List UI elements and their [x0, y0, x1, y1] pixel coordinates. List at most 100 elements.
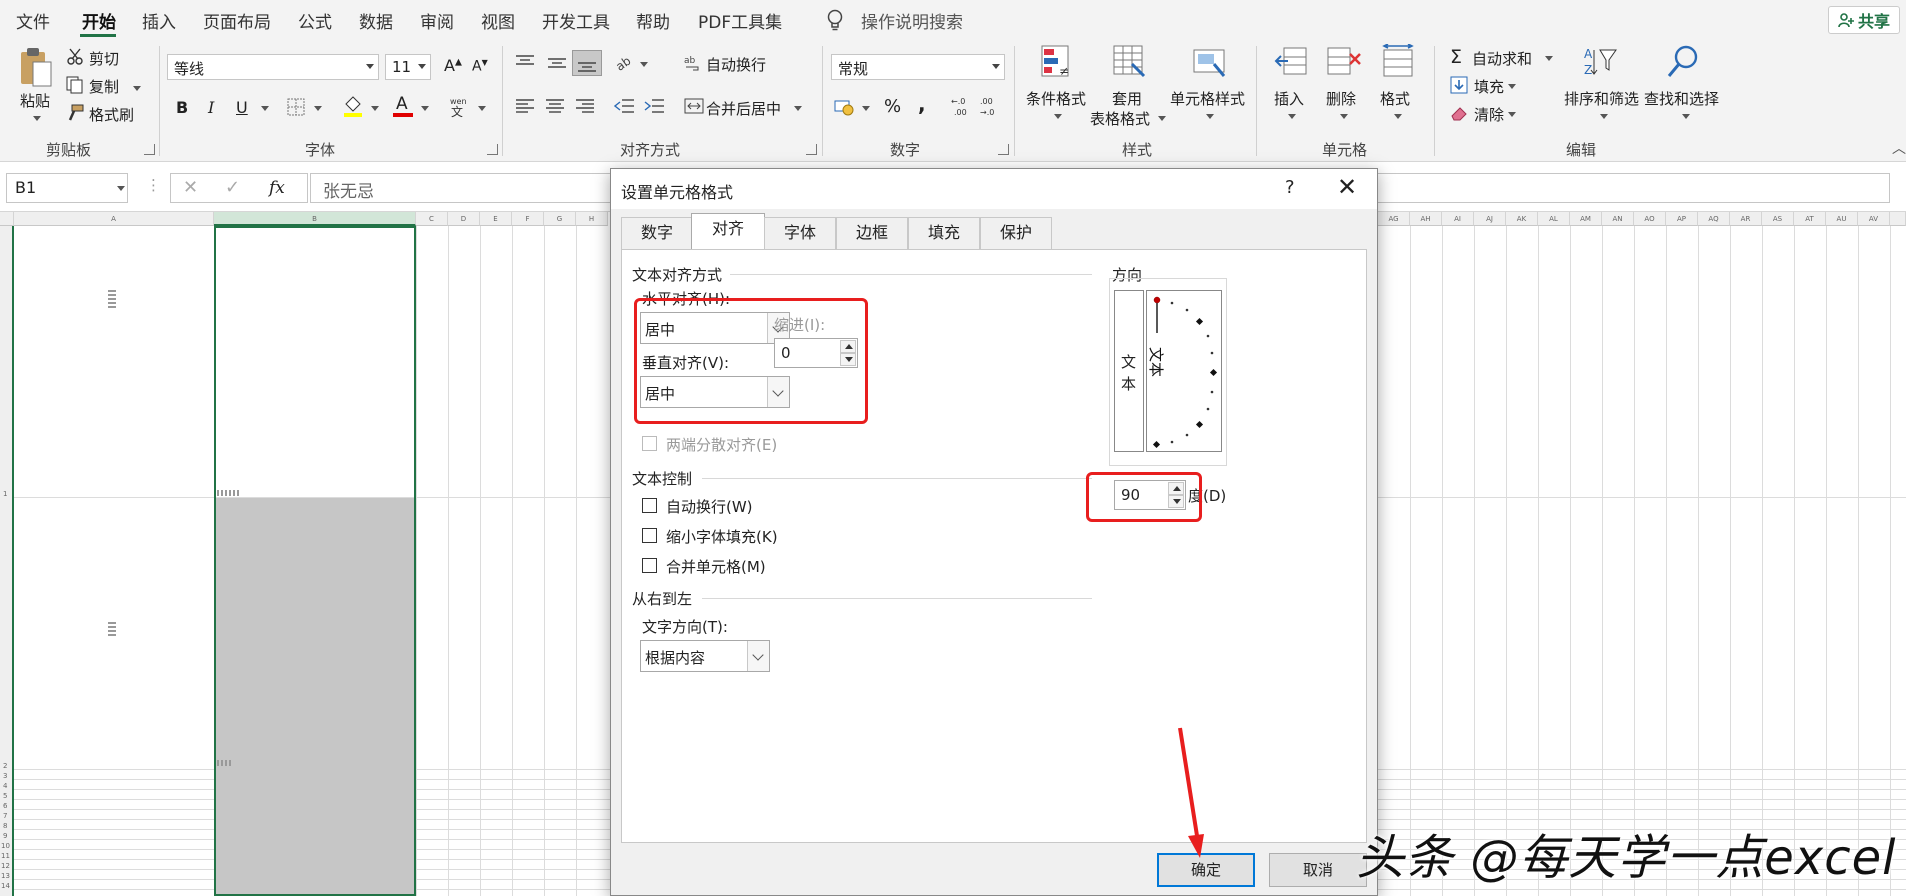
- find-select-button[interactable]: 查找和选择: [1644, 44, 1724, 134]
- justify-distributed-checkbox[interactable]: [642, 436, 657, 451]
- select-all-corner[interactable]: [0, 212, 14, 226]
- align-top-icon[interactable]: [514, 54, 536, 72]
- phonetic-icon[interactable]: wen文: [448, 96, 468, 118]
- row-header-2[interactable]: 2: [3, 762, 7, 770]
- menu-review[interactable]: 审阅: [420, 8, 454, 33]
- align-right-icon[interactable]: [574, 98, 596, 114]
- column-header-al[interactable]: AL: [1538, 212, 1570, 226]
- shrink-to-fit-checkbox[interactable]: [642, 528, 657, 543]
- autosum-button[interactable]: 自动求和: [1472, 48, 1532, 69]
- column-header-at[interactable]: AT: [1794, 212, 1826, 226]
- dialog-titlebar[interactable]: 设置单元格格式 ? ✕: [611, 169, 1377, 209]
- accounting-caret[interactable]: [862, 106, 870, 111]
- merge-caret[interactable]: [794, 106, 802, 111]
- format-painter-button[interactable]: 格式刷: [89, 104, 134, 125]
- shrink-font-icon[interactable]: A▼: [472, 58, 488, 75]
- row-header-14[interactable]: 14: [1, 882, 10, 890]
- column-header-e[interactable]: E: [480, 212, 512, 226]
- cancel-button[interactable]: 取消: [1269, 853, 1367, 887]
- tab-number[interactable]: 数字: [621, 217, 693, 249]
- menu-developer[interactable]: 开发工具: [542, 8, 610, 33]
- tell-me-search[interactable]: 操作说明搜索: [861, 8, 963, 33]
- column-header-ak[interactable]: AK: [1506, 212, 1538, 226]
- vertical-text-button[interactable]: 文 本: [1114, 290, 1144, 452]
- column-header-au[interactable]: AU: [1826, 212, 1858, 226]
- row-header-7[interactable]: 7: [3, 812, 7, 820]
- fill-caret[interactable]: [1508, 84, 1516, 89]
- conditional-formatting-button[interactable]: ≠ 条件格式: [1026, 44, 1090, 134]
- font-color-button[interactable]: A: [393, 94, 413, 118]
- menu-help[interactable]: 帮助: [636, 8, 670, 33]
- autosum-caret[interactable]: [1545, 56, 1553, 61]
- decrease-decimal-icon[interactable]: .00→.0: [978, 94, 1002, 118]
- column-header-g[interactable]: G: [544, 212, 576, 226]
- align-center-icon[interactable]: [544, 98, 566, 114]
- close-icon[interactable]: ✕: [1337, 173, 1357, 201]
- column-header-f[interactable]: F: [512, 212, 544, 226]
- collapse-ribbon-icon[interactable]: ︿: [1892, 138, 1906, 158]
- row-header-9[interactable]: 9: [3, 832, 7, 840]
- font-size-combo[interactable]: 11: [385, 54, 431, 80]
- row-header-10[interactable]: 10: [1, 842, 10, 850]
- fill-color-icon[interactable]: [342, 94, 364, 118]
- row-header-1[interactable]: 1: [3, 490, 7, 498]
- insert-cells-button[interactable]: 插入: [1272, 44, 1314, 134]
- menu-formulas[interactable]: 公式: [298, 8, 332, 33]
- clipboard-launcher[interactable]: [144, 144, 155, 155]
- row-header-3[interactable]: 3: [3, 772, 7, 780]
- cell-styles-button[interactable]: 单元格样式: [1170, 44, 1250, 134]
- font-name-combo[interactable]: 等线: [167, 54, 379, 80]
- alignment-launcher[interactable]: [806, 144, 817, 155]
- font-color-caret[interactable]: [421, 106, 429, 111]
- cut-button[interactable]: 剪切: [89, 48, 119, 69]
- column-header-ao[interactable]: AO: [1634, 212, 1666, 226]
- merge-center-button[interactable]: 合并后居中: [706, 98, 781, 119]
- clear-caret[interactable]: [1508, 112, 1516, 117]
- column-header-am[interactable]: AM: [1570, 212, 1602, 226]
- column-header-ai[interactable]: AI: [1442, 212, 1474, 226]
- cancel-formula-icon[interactable]: ✕: [183, 177, 198, 198]
- percent-button[interactable]: %: [884, 96, 901, 117]
- bold-button[interactable]: B: [176, 98, 188, 117]
- insert-function-icon[interactable]: fx: [269, 178, 285, 198]
- delete-cells-button[interactable]: 删除: [1324, 44, 1366, 134]
- align-middle-icon[interactable]: [546, 54, 568, 72]
- column-header-av[interactable]: AV: [1858, 212, 1890, 226]
- name-box[interactable]: B1: [6, 173, 128, 203]
- number-format-combo[interactable]: 常规: [831, 54, 1005, 80]
- row-header-13[interactable]: 13: [1, 872, 10, 880]
- share-button[interactable]: 共享: [1828, 6, 1900, 34]
- tab-border[interactable]: 边框: [836, 217, 908, 249]
- column-header-ap[interactable]: AP: [1666, 212, 1698, 226]
- wrap-text-checkbox[interactable]: [642, 498, 657, 513]
- merge-cells-checkbox[interactable]: [642, 558, 657, 573]
- format-as-table-button[interactable]: 套用 表格格式: [1090, 44, 1166, 134]
- align-left-icon[interactable]: [514, 98, 536, 114]
- column-header-ah[interactable]: AH: [1410, 212, 1442, 226]
- increase-indent-icon[interactable]: [644, 98, 666, 114]
- menu-home[interactable]: 开始: [82, 8, 116, 33]
- tab-alignment[interactable]: 对齐: [691, 213, 765, 250]
- tab-protection[interactable]: 保护: [980, 217, 1052, 249]
- wrap-text-button[interactable]: 自动换行: [706, 54, 766, 75]
- underline-caret[interactable]: [261, 106, 269, 111]
- menu-file[interactable]: 文件: [16, 8, 50, 33]
- column-header-an[interactable]: AN: [1602, 212, 1634, 226]
- column-header-as[interactable]: AS: [1762, 212, 1794, 226]
- align-bottom-button[interactable]: [572, 50, 602, 76]
- row-header-11[interactable]: 11: [1, 852, 10, 860]
- fill-button[interactable]: 填充: [1474, 76, 1504, 97]
- font-launcher[interactable]: [487, 144, 498, 155]
- borders-icon[interactable]: [287, 98, 305, 116]
- accounting-format-icon[interactable]: [834, 98, 856, 116]
- column-header-h[interactable]: H: [576, 212, 608, 226]
- column-header-a[interactable]: A: [14, 212, 214, 226]
- confirm-formula-icon[interactable]: ✓: [225, 177, 240, 198]
- menu-data[interactable]: 数据: [359, 8, 393, 33]
- paste-button[interactable]: 粘贴: [18, 46, 58, 126]
- decrease-indent-icon[interactable]: [614, 98, 636, 114]
- menu-insert[interactable]: 插入: [142, 8, 176, 33]
- column-header-c[interactable]: C: [416, 212, 448, 226]
- increase-decimal-icon[interactable]: ←.0.00: [948, 94, 972, 118]
- text-direction-select[interactable]: 根据内容: [640, 640, 770, 672]
